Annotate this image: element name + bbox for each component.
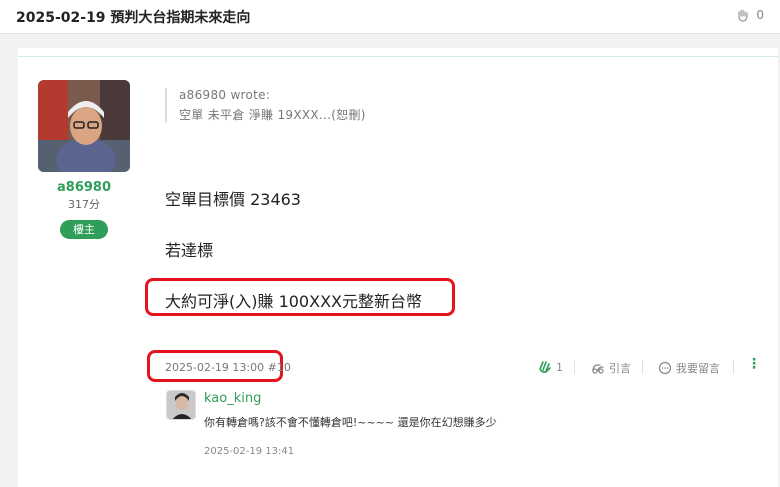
op-badge: 樓主 xyxy=(60,220,108,239)
quote-button[interactable]: 引言 xyxy=(591,360,631,376)
clap-counter[interactable]: 0 xyxy=(736,8,764,22)
action-separator xyxy=(733,360,734,374)
quote-label: 引言 xyxy=(609,362,631,375)
author-name[interactable]: a86980 xyxy=(38,180,130,195)
quote-block: a86980 wrote: 空單 未平倉 淨賺 19XXX...(恕刪) xyxy=(165,88,366,123)
clap-icon xyxy=(736,8,750,22)
action-separator xyxy=(574,360,575,374)
clap-icon xyxy=(538,360,552,374)
comment-icon xyxy=(658,361,672,375)
comment-time: 2025-02-19 13:41 xyxy=(204,446,295,457)
kebab-menu-icon: ⋮ xyxy=(747,356,761,372)
thread-title: 2025-02-19 預判大台指期未來走向 xyxy=(16,10,251,26)
comment-avatar[interactable] xyxy=(166,390,196,420)
post-datetime[interactable]: 2025-02-19 13:00 #10 xyxy=(165,361,291,374)
post-line-profit: 大約可淨(入)賺 100XXX元整新台幣 xyxy=(165,292,422,311)
reply-label: 我要留言 xyxy=(676,362,720,375)
like-count: 1 xyxy=(556,360,563,374)
post-card: a86980 317分 樓主 a86980 wrote: 空單 未平倉 淨賺 1… xyxy=(18,48,778,487)
quote-author: a86980 wrote: xyxy=(179,88,271,102)
author-avatar[interactable] xyxy=(38,80,130,172)
comment-author[interactable]: kao_king xyxy=(204,391,261,406)
like-button[interactable]: 1 xyxy=(538,360,563,374)
clap-count: 0 xyxy=(756,8,764,22)
quote-text: 空單 未平倉 淨賺 19XXX...(恕刪) xyxy=(179,108,366,122)
thread-header: 2025-02-19 預判大台指期未來走向 0 xyxy=(0,0,780,34)
quote-icon xyxy=(591,361,605,375)
more-options-button[interactable]: ⋮ xyxy=(747,356,761,372)
card-divider xyxy=(18,56,778,57)
action-separator xyxy=(642,360,643,374)
comment-text: 你有轉倉嗎?該不會不懂轉倉吧!~~~~ 還是你在幻想賺多少 xyxy=(204,416,497,429)
author-score: 317分 xyxy=(68,198,100,211)
reply-button[interactable]: 我要留言 xyxy=(658,360,720,376)
post-line-target: 空單目標價 23463 xyxy=(165,190,301,209)
post-line-condition: 若達標 xyxy=(165,241,214,260)
